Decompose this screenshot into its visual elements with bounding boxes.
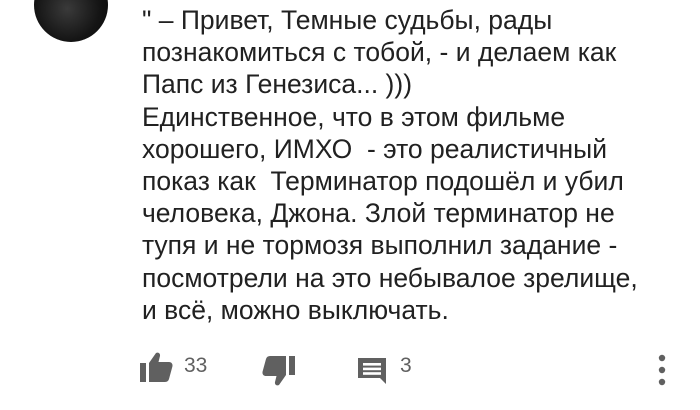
comment-text-line: Единственное, что в этом фильме [142,101,566,132]
comment-text-line: человека, Джона. Злой терминатор не [142,198,615,229]
comment-text-line: " – Привет, Темные судьбы, рады [142,5,553,35]
comment-text-line: хорошего, ИМХО - это реалистичный [142,133,607,164]
comment-text-line: посмотрели на это небывалое зрелище, [142,262,638,293]
like-count: 33 [184,354,208,377]
thumbs-up-icon[interactable] [140,352,173,382]
comment-icon[interactable] [358,358,386,384]
comment-item: " – Привет, Темные судьбы, рады познаком… [0,0,700,410]
comment-text: " – Привет, Темные судьбы, рады познаком… [142,4,672,326]
thumbs-down-icon[interactable] [262,356,295,386]
reply-count: 3 [400,354,412,377]
comment-text-line: Папс из Генезиса... ))) [142,69,413,100]
comment-text-line: показ как Терминатор подошёл и убил [142,166,624,197]
comment-text-line: и всё, можно выключать. [142,294,449,325]
comment-text-line: тупя и не тормозя выполнил задание - [142,230,618,261]
more-vertical-icon[interactable] [652,352,672,388]
avatar[interactable] [34,0,108,42]
comment-text-line: познакомиться с тобой, - и делаем как [142,37,617,68]
comment-actions: 33 3 [0,346,700,390]
